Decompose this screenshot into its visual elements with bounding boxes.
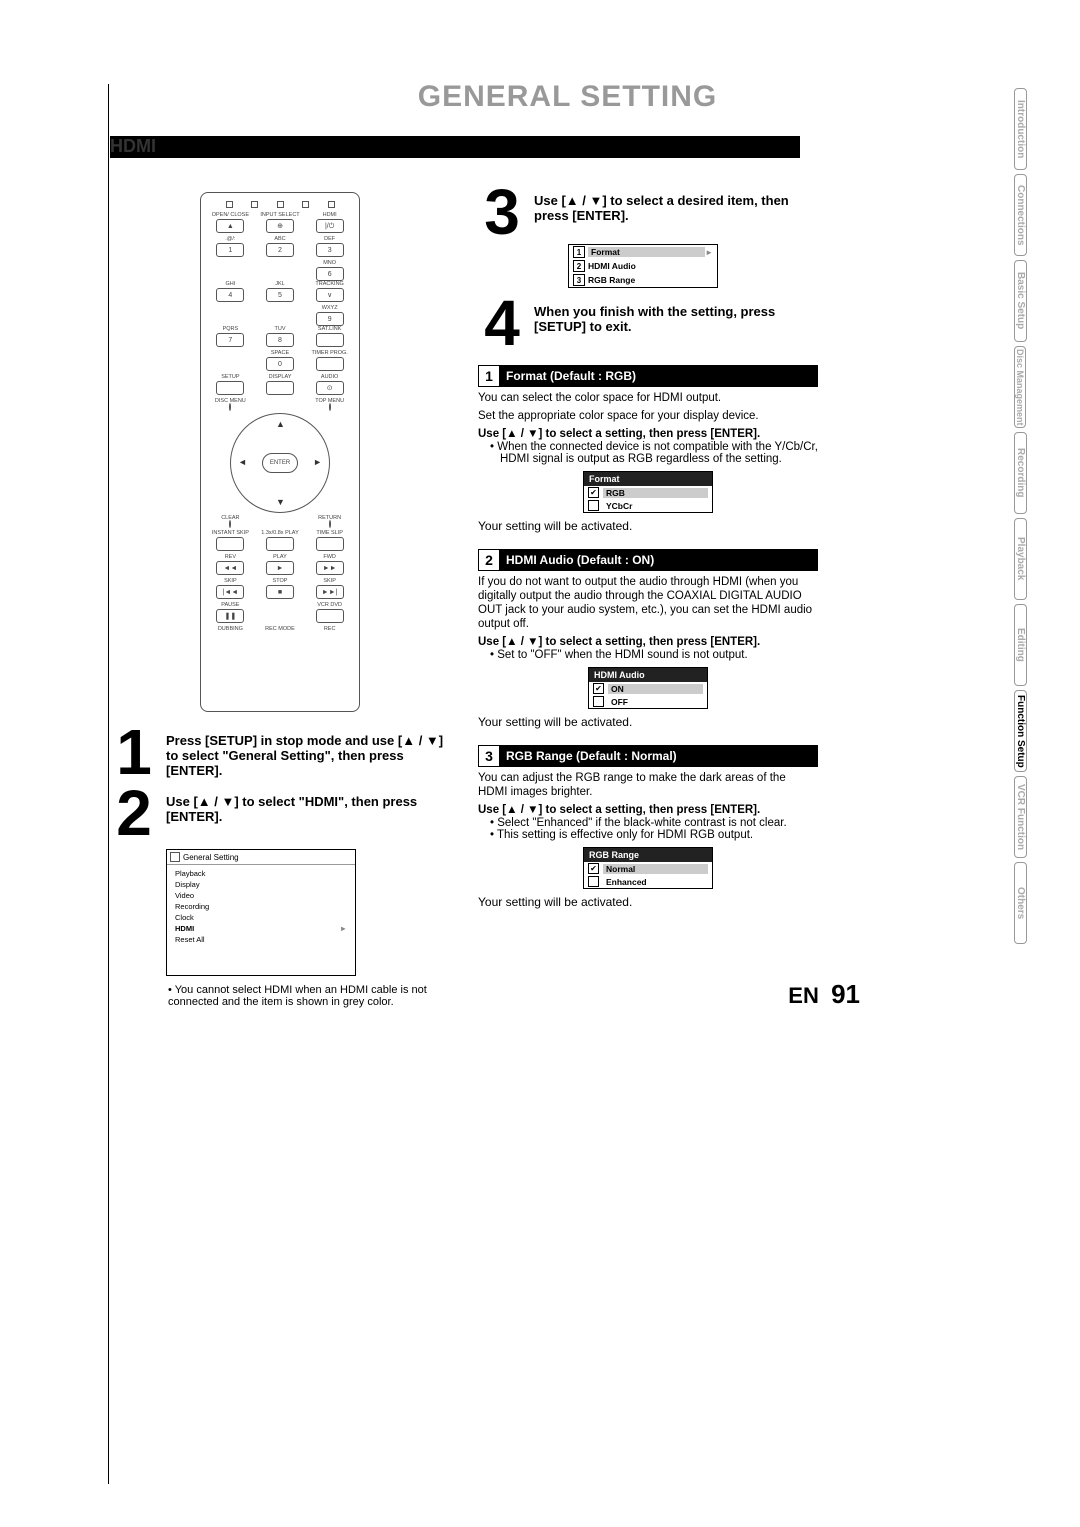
sec2-p1: If you do not want to output the audio t…: [478, 575, 818, 631]
sec3-instr: Use [▲ / ▼] to select a setting, then pr…: [478, 803, 818, 817]
step-3-text: Use [▲ / ▼] to select a desired item, th…: [534, 187, 818, 238]
step-3-menu: 1Format► 2HDMI Audio 3RGB Range: [568, 244, 718, 288]
hdmi-audio-menu: HDMI Audio ✔ON OFF: [588, 667, 708, 709]
tab-playback[interactable]: Playback: [1014, 518, 1027, 600]
tab-function-setup[interactable]: Function Setup: [1014, 690, 1027, 772]
sec1-p2: Set the appropriate color space for your…: [478, 409, 818, 423]
remote-diagram: OPEN/ CLOSE▲ INPUT SELECT⊕ HDMI|/⏻ .@/:1…: [200, 192, 360, 712]
tab-disc-management[interactable]: Disc Management: [1014, 346, 1026, 428]
tab-others[interactable]: Others: [1014, 862, 1027, 944]
sec1-bullet: • When the connected device is not compa…: [490, 441, 818, 465]
page-footer: EN 91: [788, 979, 860, 1010]
step-number-3: 3: [478, 187, 526, 238]
sec2-instr: Use [▲ / ▼] to select a setting, then pr…: [478, 635, 818, 649]
page-title: GENERAL SETTING: [110, 80, 1025, 114]
step-number-2: 2: [110, 788, 158, 839]
side-tabs: Introduction Connections Basic Setup Dis…: [1014, 88, 1060, 948]
tab-basic-setup[interactable]: Basic Setup: [1014, 260, 1027, 342]
tab-introduction[interactable]: Introduction: [1014, 88, 1027, 170]
sec1-instr: Use [▲ / ▼] to select a setting, then pr…: [478, 427, 818, 441]
tab-vcr-function[interactable]: VCR Function: [1014, 776, 1027, 858]
section-2-bar: 2 HDMI Audio (Default : ON): [478, 549, 818, 571]
step-2-note: • You cannot select HDMI when an HDMI ca…: [168, 984, 450, 1008]
sec3-b1: • Select "Enhanced" if the black-white c…: [490, 817, 818, 829]
sec3-b2: • This setting is effective only for HDM…: [490, 829, 818, 841]
section-3-bar: 3 RGB Range (Default : Normal): [478, 745, 818, 767]
rgb-range-menu: RGB Range ✔Normal Enhanced: [583, 847, 713, 889]
sec1-confirm: Your setting will be activated.: [478, 519, 818, 533]
sec2-bullet: • Set to "OFF" when the HDMI sound is no…: [490, 649, 818, 661]
sec2-confirm: Your setting will be activated.: [478, 715, 818, 729]
step-number-1: 1: [110, 727, 158, 778]
sec3-p1: You can adjust the RGB range to make the…: [478, 771, 818, 799]
sec1-p1: You can select the color space for HDMI …: [478, 391, 818, 405]
section-1-bar: 1 Format (Default : RGB): [478, 365, 818, 387]
step-1-text: Press [SETUP] in stop mode and use [▲ / …: [166, 727, 450, 778]
tab-recording[interactable]: Recording: [1014, 432, 1027, 514]
step-number-4: 4: [478, 298, 526, 349]
tab-connections[interactable]: Connections: [1014, 174, 1027, 256]
tab-editing[interactable]: Editing: [1014, 604, 1027, 686]
sec3-confirm: Your setting will be activated.: [478, 895, 818, 909]
step-2-text: Use [▲ / ▼] to select "HDMI", then press…: [166, 788, 450, 839]
format-menu: Format ✔RGB YCbCr: [583, 471, 713, 513]
step-4-text: When you finish with the setting, press …: [534, 298, 818, 349]
general-setting-menu: General Setting Playback Display Video R…: [166, 849, 356, 976]
section-heading: HDMI: [110, 136, 1025, 157]
